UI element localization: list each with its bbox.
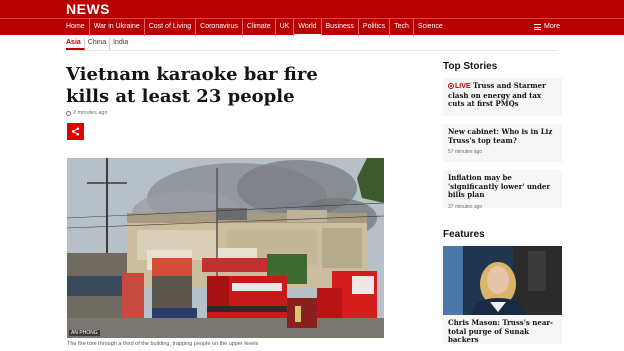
top-stories-heading: Top Stories (443, 61, 498, 72)
nav-item-cost-of-living[interactable]: Cost of Living (145, 19, 197, 36)
nav-item-tech[interactable]: Tech (390, 19, 414, 36)
main-nav: Home War in Ukraine Cost of Living Coron… (0, 18, 624, 36)
top-story-card[interactable]: LIVE Truss and Starmer clash on energy a… (443, 78, 562, 116)
subnav-divider (66, 50, 558, 51)
nav-item-climate[interactable]: Climate (243, 19, 276, 36)
article-hero-image: AN PHONG (67, 158, 384, 338)
article-headline: Vietnam karaoke bar fire kills at least … (66, 64, 318, 107)
image-credit: AN PHONG (69, 330, 100, 336)
news-logo[interactable]: NEWS (66, 0, 110, 18)
feature-card[interactable]: Chris Mason: Truss's near-total purge of… (443, 315, 562, 344)
story-timestamp: 37 minutes ago (448, 203, 483, 210)
masthead: NEWS (0, 0, 624, 18)
nav-item-home[interactable]: Home (62, 19, 90, 36)
story-title: New cabinet: Who is in Liz Truss's top t… (448, 127, 553, 145)
timestamp-text: 2 minutes ago (73, 110, 108, 116)
top-story-card[interactable]: New cabinet: Who is in Liz Truss's top t… (443, 124, 562, 162)
nav-items: Home War in Ukraine Cost of Living Coron… (62, 19, 447, 36)
feature-image[interactable] (443, 246, 562, 315)
nav-item-coronavirus[interactable]: Coronavirus (196, 19, 243, 36)
subnav-item-asia[interactable]: Asia (66, 38, 85, 50)
nav-item-science[interactable]: Science (414, 19, 447, 36)
story-timestamp: 57 minutes ago (448, 149, 483, 155)
subnav-item-china[interactable]: China (85, 38, 111, 50)
share-icon (71, 127, 80, 136)
nav-item-uk[interactable]: UK (276, 19, 295, 36)
live-tag: LIVE (455, 83, 471, 90)
nav-item-world[interactable]: World (294, 19, 322, 36)
nav-item-politics[interactable]: Politics (359, 19, 391, 36)
story-title: Inflation may be 'significantly lower' u… (448, 173, 551, 199)
menu-icon (534, 24, 542, 30)
live-icon (448, 83, 454, 89)
image-caption: The fire tore through a third of the bui… (67, 341, 259, 347)
clock-icon (66, 110, 71, 116)
subnav-item-india[interactable]: India (110, 38, 131, 50)
more-label: More (544, 23, 560, 30)
share-button[interactable] (67, 123, 84, 140)
secondary-nav: Asia China India (66, 38, 131, 50)
nav-item-business[interactable]: Business (322, 19, 359, 36)
story-title: LIVE Truss and Starmer clash on energy a… (448, 81, 557, 109)
features-heading: Features (443, 229, 485, 240)
fire-scene-illustration (67, 158, 384, 338)
nav-item-war-in-ukraine[interactable]: War in Ukraine (90, 19, 145, 36)
top-story-card[interactable]: Inflation may be 'significantly lower' u… (443, 170, 562, 210)
article-timestamp: 2 minutes ago (66, 110, 108, 116)
feature-portrait-illustration (443, 246, 562, 315)
more-button[interactable]: More (534, 19, 560, 35)
feature-title: Chris Mason: Truss's near-total purge of… (448, 318, 553, 344)
